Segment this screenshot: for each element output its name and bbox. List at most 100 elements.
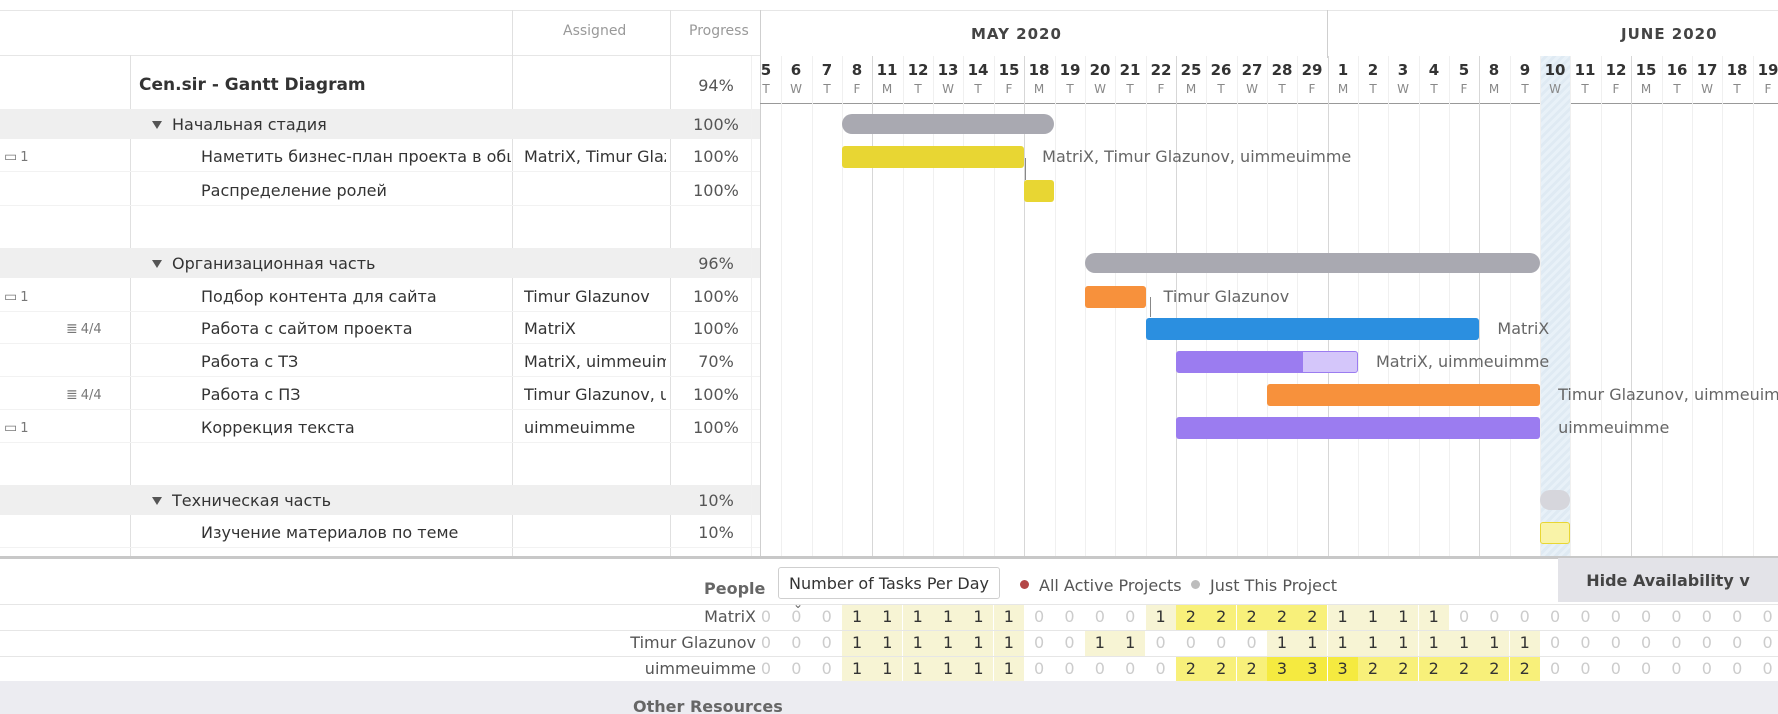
availability-cell: 0 [1580, 659, 1591, 678]
radio-all-projects[interactable]: All Active Projects [1020, 576, 1182, 595]
availability-cell: 2 [1206, 657, 1237, 682]
group-name[interactable]: Начальная стадия [172, 115, 327, 134]
availability-cell: 0 [1732, 659, 1743, 678]
checklist-badge[interactable]: ≣ 4/4 [66, 321, 102, 337]
task-assigned[interactable]: MatriX [524, 319, 666, 338]
task-assigned[interactable]: Timur Glazunov [524, 287, 666, 306]
task-name[interactable]: Работа с сайтом проекта [201, 319, 511, 338]
group-name[interactable]: Техническая часть [172, 491, 331, 510]
weekday-letter: T [1581, 82, 1589, 96]
comment-badge[interactable]: ▭ 1 [4, 149, 29, 165]
task-name[interactable]: Работа с ПЗ [201, 385, 511, 404]
task-name[interactable]: Наметить бизнес-план проекта в общи... [201, 147, 511, 166]
availability-cell: 1 [902, 657, 933, 682]
day-gridline [1692, 56, 1693, 556]
task-bar[interactable] [1084, 286, 1146, 308]
availability-cell: 0 [760, 633, 772, 652]
availability-cell: 1 [1509, 631, 1540, 656]
task-assigned[interactable]: Timur Glazunov, uimmeuimme [524, 385, 666, 404]
task-bar[interactable] [842, 146, 1025, 168]
availability-cell: 1 [872, 657, 903, 682]
person-name[interactable]: uimmeuimme [456, 659, 756, 678]
availability-cell: 0 [1671, 659, 1682, 678]
availability-cell: 0 [1064, 659, 1075, 678]
task-name[interactable]: Работа с ТЗ [201, 352, 511, 371]
task-name[interactable]: Коррекция текста [201, 418, 511, 437]
availability-cell: 3 [1297, 657, 1328, 682]
task-bar[interactable] [1266, 384, 1541, 406]
day-number: 14 [967, 61, 989, 79]
availability-cell: 1 [963, 631, 994, 656]
assigned-header[interactable]: Assigned [563, 23, 626, 39]
availability-cell: 0 [1034, 607, 1045, 626]
availability-cell: 0 [1641, 659, 1652, 678]
top-border [0, 10, 1778, 11]
day-number: 19 [1059, 61, 1081, 79]
day-gridline [1540, 56, 1541, 556]
collapse-triangle-icon[interactable] [152, 497, 162, 505]
summary-bar[interactable] [1084, 253, 1541, 273]
progress-header[interactable]: Progress [689, 23, 749, 39]
checklist-badge[interactable]: ≣ 4/4 [66, 387, 102, 403]
group-row-bg [0, 248, 760, 278]
day-gridline [1328, 56, 1329, 556]
availability-cell: 1 [1145, 605, 1176, 630]
day-number: 4 [1428, 61, 1440, 79]
radio-this-project[interactable]: Just This Project [1191, 576, 1337, 595]
collapse-triangle-icon[interactable] [152, 260, 162, 268]
availability-cell: 0 [1064, 607, 1075, 626]
availability-cell: 1 [1479, 631, 1510, 656]
availability-cell: 0 [1185, 633, 1196, 652]
weekday-letter: T [914, 82, 922, 96]
task-progress: 100% [693, 287, 739, 306]
hide-availability-button[interactable]: Hide Availability v [1558, 558, 1778, 602]
weekday-letter: M [1185, 82, 1197, 96]
availability-cell: 1 [963, 605, 994, 630]
dependency-line [1149, 297, 1151, 317]
group-progress: 96% [698, 254, 734, 273]
task-assigned[interactable]: uimmeuimme [524, 418, 666, 437]
task-bar[interactable] [1175, 417, 1541, 439]
day-number: 6 [790, 61, 802, 79]
task-assigned[interactable]: MatriX, Timur Glazunov [524, 147, 666, 166]
collapse-triangle-icon[interactable] [152, 121, 162, 129]
today-highlight [1540, 56, 1570, 556]
weekday-letter: F [1764, 82, 1772, 96]
weekday-letter: F [1612, 82, 1620, 96]
availability-divider[interactable] [0, 556, 1778, 559]
badge-count: 1 [20, 290, 29, 305]
person-name[interactable]: Timur Glazunov [456, 633, 756, 652]
availability-cell: 0 [1246, 633, 1257, 652]
availability-cell: 1 [1297, 631, 1328, 656]
day-gridline [1176, 56, 1177, 556]
task-name[interactable]: Изучение материалов по теме [201, 523, 511, 542]
person-name[interactable]: MatriX [456, 607, 756, 626]
group-name[interactable]: Организационная часть [172, 254, 375, 273]
availability-cell: 3 [1266, 657, 1297, 682]
availability-cell: 0 [1034, 659, 1045, 678]
task-bar[interactable] [1540, 522, 1571, 544]
task-bar[interactable] [1145, 318, 1480, 340]
task-assigned[interactable]: MatriX, uimmeuimme [524, 352, 666, 371]
availability-cell: 1 [1327, 605, 1358, 630]
task-bar-label: uimmeuimme [1558, 418, 1670, 437]
availability-cell: 1 [842, 631, 873, 656]
comment-badge[interactable]: ▭ 1 [4, 420, 29, 436]
task-progress: 10% [698, 523, 734, 542]
project-title[interactable]: Cen.sir - Gantt Diagram [139, 75, 366, 95]
summary-bar[interactable] [1540, 490, 1571, 510]
day-number: 22 [1150, 61, 1172, 79]
summary-bar[interactable] [842, 114, 1055, 134]
task-bar[interactable] [1024, 180, 1055, 202]
metric-select[interactable]: Number of Tasks Per Day ⌄ [778, 567, 1000, 611]
other-resources-label[interactable]: Other Resources [633, 697, 783, 714]
comment-badge[interactable]: ▭ 1 [4, 289, 29, 305]
task-name[interactable]: Подбор контента для сайта [201, 287, 511, 306]
task-name[interactable]: Распределение ролей [201, 181, 511, 200]
task-bar[interactable] [1175, 351, 1358, 373]
weekday-letter: W [1549, 82, 1561, 96]
availability-cell: 0 [1641, 607, 1652, 626]
day-gridline [1419, 56, 1420, 556]
day-gridline [1206, 56, 1207, 556]
other-resources-bar [0, 681, 1778, 714]
